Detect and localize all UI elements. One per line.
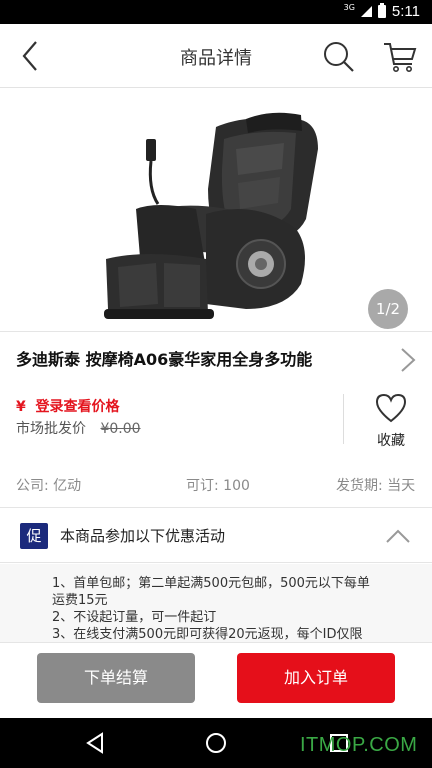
divider — [343, 394, 344, 444]
cart-icon[interactable] — [382, 38, 418, 74]
checkout-button[interactable]: 下单结算 — [37, 653, 195, 703]
company-label: 公司: 亿动 — [16, 478, 82, 494]
massage-chair-image — [104, 112, 318, 319]
status-time: 5:11 — [391, 3, 420, 20]
network-indicator: 3G — [343, 3, 355, 12]
login-to-view-price[interactable]: ¥ 登录查看价格 — [16, 396, 120, 416]
favorite-button[interactable]: 收藏 — [366, 392, 416, 450]
promo-line: 2、不设起订量，可一件起订 — [52, 610, 217, 625]
promotion-details: 1、首单包邮；第二单起满500元包邮，500元以下每单 运费15元 2、不设起订… — [0, 564, 432, 642]
watermark-text: ITMOP.COM — [300, 734, 418, 756]
product-gallery[interactable]: 1/2 — [0, 89, 432, 331]
market-price-value: ¥0.00 — [100, 421, 141, 437]
chevron-up-icon[interactable] — [384, 526, 412, 546]
promo-line: 3、在线支付满500元即可获得20元返现，每个ID仅限 — [52, 627, 363, 642]
image-pager: 1/2 — [368, 289, 408, 329]
status-bar: 3G 5:11 — [0, 0, 432, 24]
product-title: 多迪斯泰 按摩椅A06豪华家用全身多功能 — [16, 350, 313, 369]
add-to-order-button[interactable]: 加入订单 — [237, 653, 395, 703]
heart-icon — [375, 393, 407, 423]
market-price-label: 市场批发价 — [16, 421, 86, 437]
promo-line: 1、首单包邮；第二单起满500元包邮，500元以下每单 — [52, 576, 370, 591]
nav-home-icon[interactable] — [203, 730, 229, 756]
bottom-action-bar: 下单结算 加入订单 — [0, 642, 432, 718]
favorite-label: 收藏 — [377, 433, 405, 449]
promotion-header[interactable]: 促 本商品参加以下优惠活动 — [0, 507, 432, 563]
promo-badge: 促 — [20, 523, 48, 549]
promo-line: 运费15元 — [52, 593, 108, 608]
shipping-label: 发货期: 当天 — [336, 478, 416, 494]
promotion-title: 本商品参加以下优惠活动 — [60, 527, 226, 545]
min-order-label: 可订: 100 — [186, 478, 250, 494]
top-header: 商品详情 — [0, 24, 432, 88]
chevron-right-icon[interactable] — [398, 346, 418, 374]
search-icon[interactable] — [320, 38, 356, 74]
page-title: 商品详情 — [180, 48, 252, 69]
divider — [0, 331, 432, 332]
battery-icon — [377, 3, 386, 18]
market-price-row: 市场批发价 ¥0.00 — [16, 418, 141, 438]
nav-back-icon[interactable] — [82, 730, 108, 756]
signal-icon — [360, 6, 372, 17]
